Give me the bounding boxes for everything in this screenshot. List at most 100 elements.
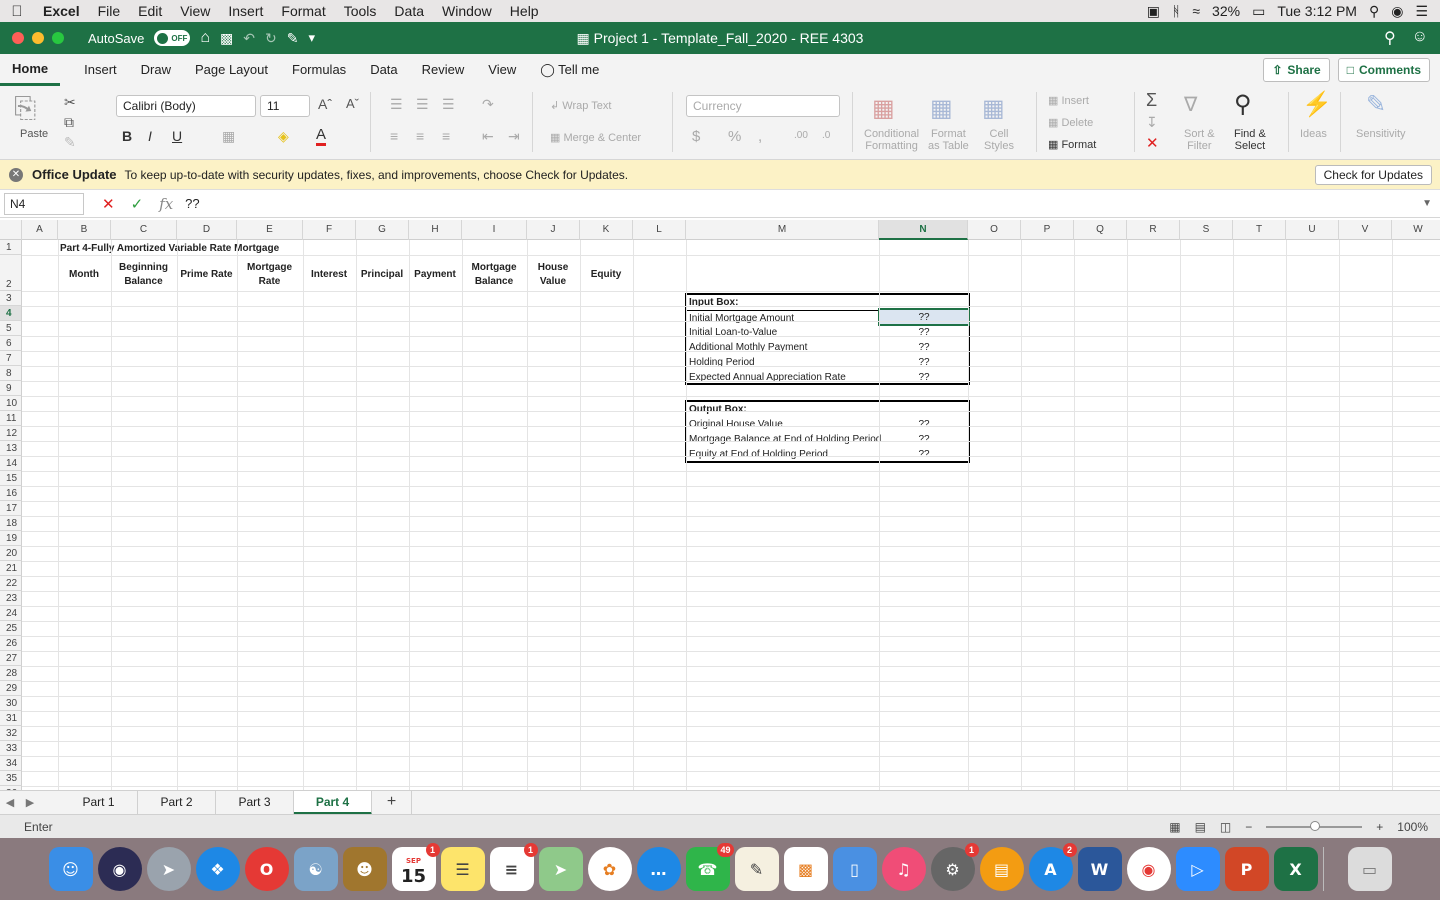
row-header[interactable]: 22 [0, 576, 22, 591]
decrease-decimal-icon[interactable]: .0 [822, 130, 830, 141]
menu-tools[interactable]: Tools [335, 3, 386, 19]
tab-data[interactable]: Data [358, 54, 409, 86]
page-break-view-icon[interactable]: ◫ [1220, 820, 1231, 834]
format-as-table-label[interactable]: Format as Table [928, 128, 969, 152]
menu-file[interactable]: File [89, 3, 130, 19]
apple-icon[interactable]:  [0, 3, 34, 20]
copy-icon[interactable]: ⧉ [64, 114, 74, 131]
align-top-icon[interactable]: ☰ [390, 96, 403, 113]
column-header-l[interactable]: L [633, 220, 686, 240]
increase-decimal-icon[interactable]: .00 [794, 130, 808, 141]
row-header[interactable]: 3 [0, 291, 22, 306]
number-format-select[interactable]: Currency [686, 95, 840, 117]
undo-icon[interactable]: ↶ [243, 30, 255, 47]
column-header-u[interactable]: U [1286, 220, 1339, 240]
align-middle-icon[interactable]: ☰ [416, 96, 429, 113]
siri-app-icon[interactable]: ◉ [97, 847, 142, 891]
row-header[interactable]: 35 [0, 771, 22, 786]
photos-icon[interactable]: ✿ [587, 847, 632, 891]
tab-insert[interactable]: Insert [72, 54, 129, 86]
column-header-g[interactable]: G [356, 220, 409, 240]
column-header-m[interactable]: M [686, 220, 879, 240]
column-header-w[interactable]: W [1392, 220, 1440, 240]
opera-icon[interactable]: O [244, 847, 289, 891]
fill-color-icon[interactable]: ◈ [278, 128, 289, 145]
row-header[interactable]: 17 [0, 501, 22, 516]
input-label-mortgage-amount[interactable]: Initial Mortgage Amount [687, 310, 880, 325]
column-header-n[interactable]: N [879, 220, 968, 240]
align-left-icon[interactable]: ≡ [390, 128, 398, 144]
font-size-select[interactable]: 11 [260, 95, 310, 117]
page-layout-view-icon[interactable]: ▤ [1195, 820, 1206, 834]
app-store-icon[interactable]: A2 [1028, 843, 1077, 891]
align-bottom-icon[interactable]: ☰ [442, 96, 455, 113]
delete-cells-button[interactable]: ▦ Delete [1048, 116, 1093, 129]
output-label-equity[interactable]: Equity at End of Holding Period [687, 447, 828, 462]
keynote-icon[interactable]: ▯ [832, 847, 877, 891]
italic-button[interactable]: I [148, 128, 152, 144]
column-header-f[interactable]: F [303, 220, 356, 240]
row-header[interactable]: 29 [0, 681, 22, 696]
paste-label[interactable]: Paste [20, 128, 48, 140]
sort-filter-label[interactable]: Sort & Filter [1184, 128, 1215, 152]
conditional-formatting-label[interactable]: Conditional Formatting [864, 128, 919, 152]
header-payment[interactable]: Payment [409, 256, 461, 294]
autosum-icon[interactable]: Σ [1146, 90, 1157, 111]
add-sheet-button[interactable]: + [372, 790, 412, 815]
input-label-additional-payment[interactable]: Additional Mothly Payment [687, 340, 807, 355]
spreadsheet-grid[interactable]: ABCDEFGHIJKLMNOPQRSTUVW Part 4-Fully Amo… [0, 220, 1440, 790]
row-header[interactable]: 20 [0, 546, 22, 561]
row-header[interactable]: 6 [0, 336, 22, 351]
cut-icon[interactable]: ✂ [64, 94, 76, 111]
output-label-mortgage-balance[interactable]: Mortgage Balance at End of Holding Perio… [687, 432, 881, 447]
next-sheet-icon[interactable]: ▶ [20, 796, 40, 809]
row-header[interactable]: 21 [0, 561, 22, 576]
insert-function-icon[interactable]: fx [159, 195, 173, 213]
insert-cells-button[interactable]: ▦ Insert [1048, 94, 1089, 107]
menu-app-name[interactable]: Excel [34, 3, 89, 19]
row-header[interactable]: 14 [0, 456, 22, 471]
menu-edit[interactable]: Edit [129, 3, 171, 19]
input-value-ltv[interactable]: ?? [880, 325, 968, 340]
align-right-icon[interactable]: ≡ [442, 128, 450, 144]
edit-icon[interactable]: ✎ [287, 30, 299, 47]
comments-button[interactable]: □ Comments [1337, 58, 1430, 82]
sheet-tab-part-3[interactable]: Part 3 [216, 790, 294, 815]
numbers-icon[interactable]: ▩ [783, 847, 828, 891]
header-principal[interactable]: Principal [356, 256, 408, 294]
cancel-entry-icon[interactable]: ✕ [102, 195, 115, 213]
row-header[interactable]: 28 [0, 666, 22, 681]
row-header[interactable]: 34 [0, 756, 22, 771]
row-header[interactable]: 5 [0, 321, 22, 336]
input-label-ltv[interactable]: Initial Loan-to-Value [687, 325, 777, 340]
feedback-smiley-icon[interactable]: ☺ [1412, 28, 1428, 48]
header-house-value[interactable]: House Value [527, 256, 579, 294]
sort-filter-icon[interactable]: ∇ [1184, 92, 1197, 117]
clock[interactable]: Tue 3:12 PM [1277, 3, 1357, 19]
comma-format-icon[interactable]: , [758, 128, 762, 145]
excel-icon[interactable]: X [1273, 847, 1318, 891]
row-header[interactable]: 9 [0, 381, 22, 396]
sensitivity-icon[interactable]: ✎ [1366, 90, 1386, 119]
conditional-formatting-icon[interactable]: ▦ [872, 94, 895, 123]
sheet-title[interactable]: Part 4-Fully Amortized Variable Rate Mor… [60, 243, 279, 254]
header-mortgage-rate[interactable]: Mortgage Rate [237, 256, 302, 294]
row-header[interactable]: 18 [0, 516, 22, 531]
column-header-a[interactable]: A [22, 220, 58, 240]
share-button[interactable]: ⇧ Share [1263, 58, 1330, 82]
row-header[interactable]: 32 [0, 726, 22, 741]
output-value-equity[interactable]: ?? [880, 447, 968, 462]
sheet-tab-part-1[interactable]: Part 1 [60, 790, 138, 815]
facetime-icon[interactable]: ☎ 49 [685, 843, 734, 891]
header-beginning-balance[interactable]: Beginning Balance [111, 256, 176, 294]
input-value-additional-payment[interactable]: ?? [880, 340, 968, 355]
launchpad-icon[interactable]: ➤ [146, 847, 191, 891]
header-month[interactable]: Month [58, 256, 110, 294]
check-for-updates-button[interactable]: Check for Updates [1314, 164, 1432, 185]
row-header[interactable]: 24 [0, 606, 22, 621]
tab-tell-me[interactable]: ◯ Tell me [528, 54, 611, 86]
column-header-e[interactable]: E [237, 220, 303, 240]
output-box-title[interactable]: Output Box: [687, 402, 747, 417]
paste-icon[interactable]: ⎘ [14, 92, 36, 125]
wrap-text-button[interactable]: ↲ Wrap Text [550, 99, 611, 112]
